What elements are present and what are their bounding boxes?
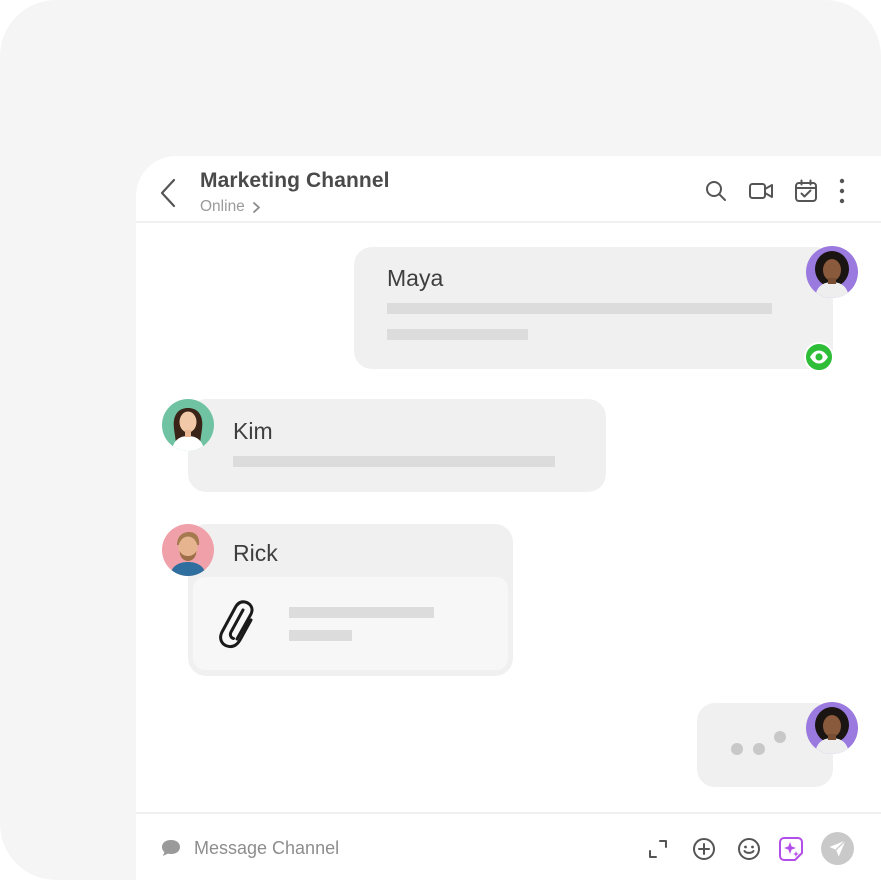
message-text-placeholder (233, 456, 555, 467)
video-icon (749, 183, 773, 199)
plus-circle-icon (693, 838, 715, 860)
search-icon (706, 181, 726, 201)
paperclip-icon (219, 600, 254, 649)
avatar-kim[interactable] (162, 399, 214, 451)
message-composer (136, 812, 881, 880)
message-author: Kim (233, 418, 273, 444)
chevron-right-icon (252, 201, 260, 213)
message-text-placeholder (387, 329, 528, 340)
avatar-rick[interactable] (162, 524, 214, 576)
read-receipt-badge (804, 342, 834, 372)
add-attachment-button[interactable] (691, 836, 717, 862)
expand-button[interactable] (645, 836, 671, 862)
more-options-button[interactable] (829, 178, 855, 204)
message-author: Rick (233, 540, 278, 566)
chat-header: Marketing Channel Online (136, 156, 881, 223)
typing-dot (774, 731, 786, 743)
channel-title: Marketing Channel (200, 169, 390, 192)
user-portrait-icon (172, 408, 204, 451)
tasks-button[interactable] (793, 178, 819, 204)
typing-dot (731, 743, 743, 755)
back-button[interactable] (156, 176, 182, 210)
send-button[interactable] (821, 832, 854, 865)
message-input[interactable] (194, 834, 514, 862)
attachment-card[interactable] (193, 577, 508, 670)
message-text-placeholder (387, 303, 772, 314)
calendar-check-icon (795, 179, 817, 202)
message-author: Maya (387, 265, 444, 291)
message-bubble-kim[interactable] (188, 399, 606, 492)
user-portrait-icon (815, 251, 849, 298)
chevron-left-icon (160, 178, 176, 208)
send-icon (829, 840, 846, 857)
attachment-size-placeholder (289, 630, 352, 641)
video-call-button[interactable] (748, 178, 774, 204)
more-vertical-icon (839, 178, 845, 204)
avatar-maya[interactable] (806, 246, 858, 298)
channel-status: Online (200, 198, 245, 215)
search-button[interactable] (703, 178, 729, 204)
emoji-button[interactable] (736, 836, 762, 862)
emoji-icon (738, 838, 760, 860)
attachment-name-placeholder (289, 607, 434, 618)
channel-status-link[interactable]: Online (200, 198, 261, 216)
typing-dot (753, 743, 765, 755)
expand-icon (649, 840, 667, 858)
user-portrait-icon (815, 707, 849, 754)
ai-sparkle-icon (779, 837, 803, 861)
ai-assist-button[interactable] (778, 836, 804, 862)
chat-bubble-icon (162, 840, 180, 856)
avatar-maya[interactable] (806, 702, 858, 754)
eye-icon (810, 350, 828, 364)
chat-window: Marketing Channel Online Maya Kim Rick M… (136, 156, 881, 880)
user-portrait-icon (170, 532, 206, 576)
